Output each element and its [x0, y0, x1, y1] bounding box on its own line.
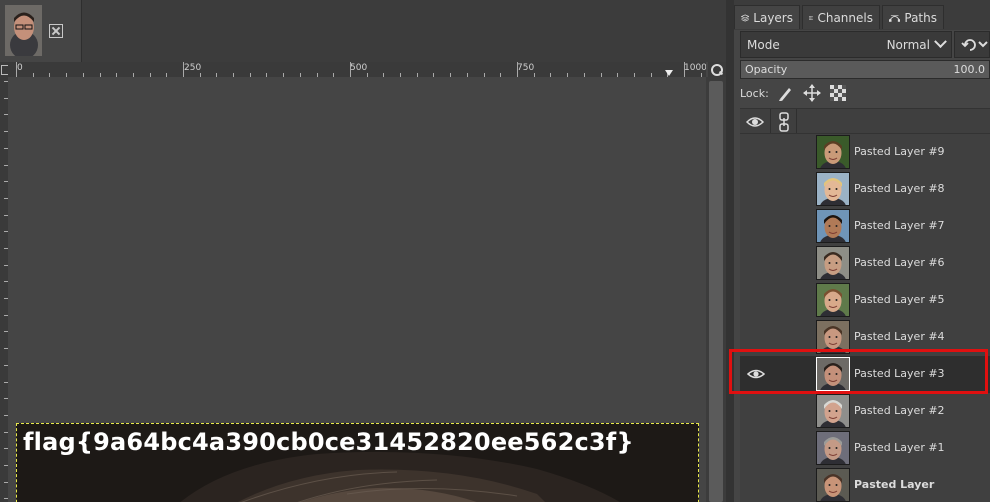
- ruler-tick: [684, 62, 685, 77]
- ruler-label: 750: [517, 63, 535, 73]
- ruler-tick: [16, 62, 17, 77]
- mode-row: Mode Normal: [740, 31, 990, 58]
- mode-value: Normal: [886, 37, 930, 52]
- ruler-corner-toggle[interactable]: [0, 62, 9, 77]
- chain-link-icon[interactable]: [778, 112, 790, 132]
- layer-thumbnail: [816, 394, 850, 428]
- visibility-toggle[interactable]: [747, 182, 765, 196]
- layer-name[interactable]: Pasted Layer #8: [854, 182, 945, 195]
- lock-row: Lock:: [740, 83, 990, 103]
- column-divider: [770, 109, 771, 133]
- dock-tab-bar: Layers Channels Paths: [734, 0, 990, 30]
- zoom-icon[interactable]: [708, 62, 726, 77]
- vertical-ruler[interactable]: [0, 77, 8, 502]
- layer-name[interactable]: Pasted Layer #6: [854, 256, 945, 269]
- layer-row[interactable]: Pasted Layer #5: [740, 282, 990, 319]
- layer-thumbnail: [816, 431, 850, 465]
- layers-list-header: [740, 108, 990, 134]
- layer-thumbnail: [816, 246, 850, 280]
- tab-label: Layers: [753, 10, 793, 25]
- lock-alpha-icon[interactable]: [829, 84, 847, 102]
- opacity-label: Opacity: [745, 63, 788, 76]
- tab-channels[interactable]: Channels: [802, 5, 880, 29]
- layer-name[interactable]: Pasted Layer: [854, 478, 934, 491]
- column-divider: [796, 109, 797, 133]
- layers-list[interactable]: Pasted Layer #9 Pasted Layer #8 Pasted Lay…: [740, 134, 990, 502]
- flag-text: flag{9a64bc4a390cb0ce31452820ee562c3f}: [23, 428, 634, 456]
- visibility-toggle[interactable]: [747, 330, 765, 344]
- visibility-toggle[interactable]: [747, 293, 765, 307]
- layer-row[interactable]: Pasted Layer #6: [740, 245, 990, 282]
- channels-icon: [809, 15, 814, 20]
- layer-row[interactable]: Pasted Layer #9: [740, 134, 990, 171]
- eye-icon[interactable]: [746, 114, 764, 130]
- lock-pixels-icon[interactable]: [777, 84, 795, 102]
- layers-icon: [741, 14, 750, 21]
- layer-thumbnail: [816, 283, 850, 317]
- ruler-label: 500: [350, 63, 368, 73]
- layer-name[interactable]: Pasted Layer #9: [854, 145, 945, 158]
- layer-thumbnail: [816, 357, 850, 391]
- pointer-position-marker: [665, 70, 673, 76]
- layer-name[interactable]: Pasted Layer #4: [854, 330, 945, 343]
- layer-name[interactable]: Pasted Layer #7: [854, 219, 945, 232]
- layer-row[interactable]: Pasted Layer #7: [740, 208, 990, 245]
- close-icon[interactable]: [49, 24, 63, 38]
- image-tab[interactable]: [0, 0, 82, 62]
- layer-row[interactable]: Pasted Layer: [740, 467, 990, 502]
- ruler-label: 250: [184, 63, 202, 73]
- ruler-label: 1000: [684, 63, 706, 73]
- dock-separator[interactable]: [726, 0, 734, 502]
- layer-thumbnail: [816, 209, 850, 243]
- chevron-down-icon: [934, 35, 947, 49]
- mode-label: Mode: [747, 37, 780, 52]
- scrollbar-thumb[interactable]: [709, 81, 723, 502]
- lock-label: Lock:: [740, 86, 769, 100]
- layer-row[interactable]: Pasted Layer #2: [740, 393, 990, 430]
- layer-row[interactable]: Pasted Layer #8: [740, 171, 990, 208]
- reset-arrow-icon: [961, 39, 988, 51]
- visibility-toggle[interactable]: [747, 478, 765, 492]
- image-thumbnail: [5, 5, 42, 56]
- horizontal-ruler[interactable]: 0 250 500 750 1000: [8, 62, 706, 77]
- layer-name[interactable]: Pasted Layer #5: [854, 293, 945, 306]
- layer-thumbnail: [816, 320, 850, 354]
- paths-icon: [889, 14, 901, 22]
- ruler-label: 0: [17, 63, 23, 73]
- layer-name[interactable]: Pasted Layer #2: [854, 404, 945, 417]
- tab-paths[interactable]: Paths: [882, 5, 944, 29]
- visibility-toggle[interactable]: [747, 404, 765, 418]
- opacity-slider[interactable]: Opacity 100.0: [740, 60, 990, 79]
- mode-reset-button[interactable]: [954, 31, 990, 58]
- image-layer-boundary: flag{9a64bc4a390cb0ce31452820ee562c3f}: [16, 423, 699, 502]
- layer-thumbnail: [816, 468, 850, 502]
- visibility-toggle[interactable]: [747, 256, 765, 270]
- layer-row[interactable]: Pasted Layer #3: [740, 356, 990, 393]
- visibility-toggle[interactable]: [747, 441, 765, 455]
- layers-dock: Layers Channels Paths Mode Normal Opacit…: [734, 0, 990, 502]
- opacity-value[interactable]: 100.0: [954, 63, 986, 76]
- image-canvas[interactable]: flag{9a64bc4a390cb0ce31452820ee562c3f}: [8, 77, 706, 502]
- layer-row[interactable]: Pasted Layer #1: [740, 430, 990, 467]
- layer-name[interactable]: Pasted Layer #1: [854, 441, 945, 454]
- tab-layers[interactable]: Layers: [734, 5, 800, 29]
- visibility-toggle[interactable]: [747, 145, 765, 159]
- image-tab-strip: [0, 0, 726, 62]
- ruler-tick: [183, 62, 184, 77]
- visibility-toggle[interactable]: [747, 219, 765, 233]
- mode-select[interactable]: Mode Normal: [740, 31, 952, 58]
- ruler-tick: [350, 62, 351, 77]
- ruler-tick: [517, 62, 518, 77]
- lock-position-icon[interactable]: [802, 84, 821, 102]
- eye-icon[interactable]: [747, 367, 765, 381]
- layer-name[interactable]: Pasted Layer #3: [854, 367, 945, 380]
- layer-thumbnail: [816, 172, 850, 206]
- vertical-scrollbar[interactable]: [706, 77, 726, 502]
- tab-label: Paths: [904, 10, 937, 25]
- layer-row[interactable]: Pasted Layer #4: [740, 319, 990, 356]
- layer-thumbnail: [816, 135, 850, 169]
- tab-label: Channels: [817, 10, 873, 25]
